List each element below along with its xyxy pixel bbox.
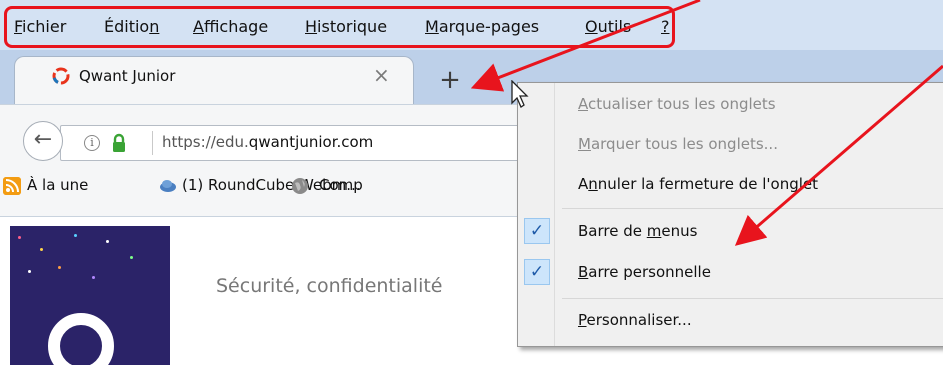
url-text[interactable]: https://edu.qwantjunior.com [162, 133, 373, 151]
menu-item-undo-close-tab[interactable]: Annuler la fermeture de l'onglet [578, 175, 818, 193]
decorative-star [18, 236, 21, 239]
menu-item-bookmark-all-tabs[interactable]: Marquer tous les onglets... [578, 135, 778, 153]
tab-qwant-junior[interactable]: Qwant Junior × [14, 56, 414, 104]
menu-check-separator [554, 83, 555, 346]
menu-item-menu-bar[interactable]: Barre de menus [578, 222, 697, 240]
lock-icon [113, 133, 125, 152]
menubar-annotation-box [4, 6, 675, 48]
rss-icon [3, 177, 21, 195]
menu-item-reload-all-tabs[interactable]: Actualiser tous les onglets [578, 95, 776, 113]
url-separator [152, 131, 153, 155]
bookmarks-bar-checked-icon: ✓ [524, 259, 550, 285]
menu-separator [562, 208, 943, 209]
decorative-star [40, 248, 43, 251]
menu-item-bookmarks-toolbar[interactable]: Barre personnelle [578, 263, 711, 281]
qwant-logo-icon [52, 67, 70, 85]
globe-icon [292, 178, 308, 194]
decorative-star [58, 266, 61, 269]
decorative-star [130, 256, 133, 259]
decorative-star [92, 276, 95, 279]
tab-title: Qwant Junior [79, 67, 176, 85]
menu-check-column [518, 83, 554, 346]
cloud-icon [160, 180, 176, 192]
menu-item-customize[interactable]: Personnaliser... [578, 311, 692, 329]
mouse-cursor-icon [511, 80, 529, 108]
qwant-junior-side-panel [10, 226, 170, 379]
decorative-star [106, 240, 109, 243]
menubar-checked-icon: ✓ [524, 218, 550, 244]
back-button[interactable]: ← [23, 121, 63, 161]
decorative-star [74, 234, 77, 237]
decorative-star [28, 270, 31, 273]
toolbar-context-menu: Actualiser tous les onglets Marquer tous… [517, 82, 943, 347]
close-tab-icon[interactable]: × [373, 63, 390, 87]
bookmark-comp[interactable]: Comp [319, 176, 363, 194]
new-tab-button[interactable]: + [430, 62, 470, 102]
qwant-ring-logo [48, 313, 114, 379]
menu-separator [562, 298, 943, 299]
bookmark-a-la-une[interactable]: À la une [27, 176, 88, 194]
page-tagline: Sécurité, confidentialité [216, 275, 443, 297]
info-icon[interactable]: i [84, 135, 100, 151]
